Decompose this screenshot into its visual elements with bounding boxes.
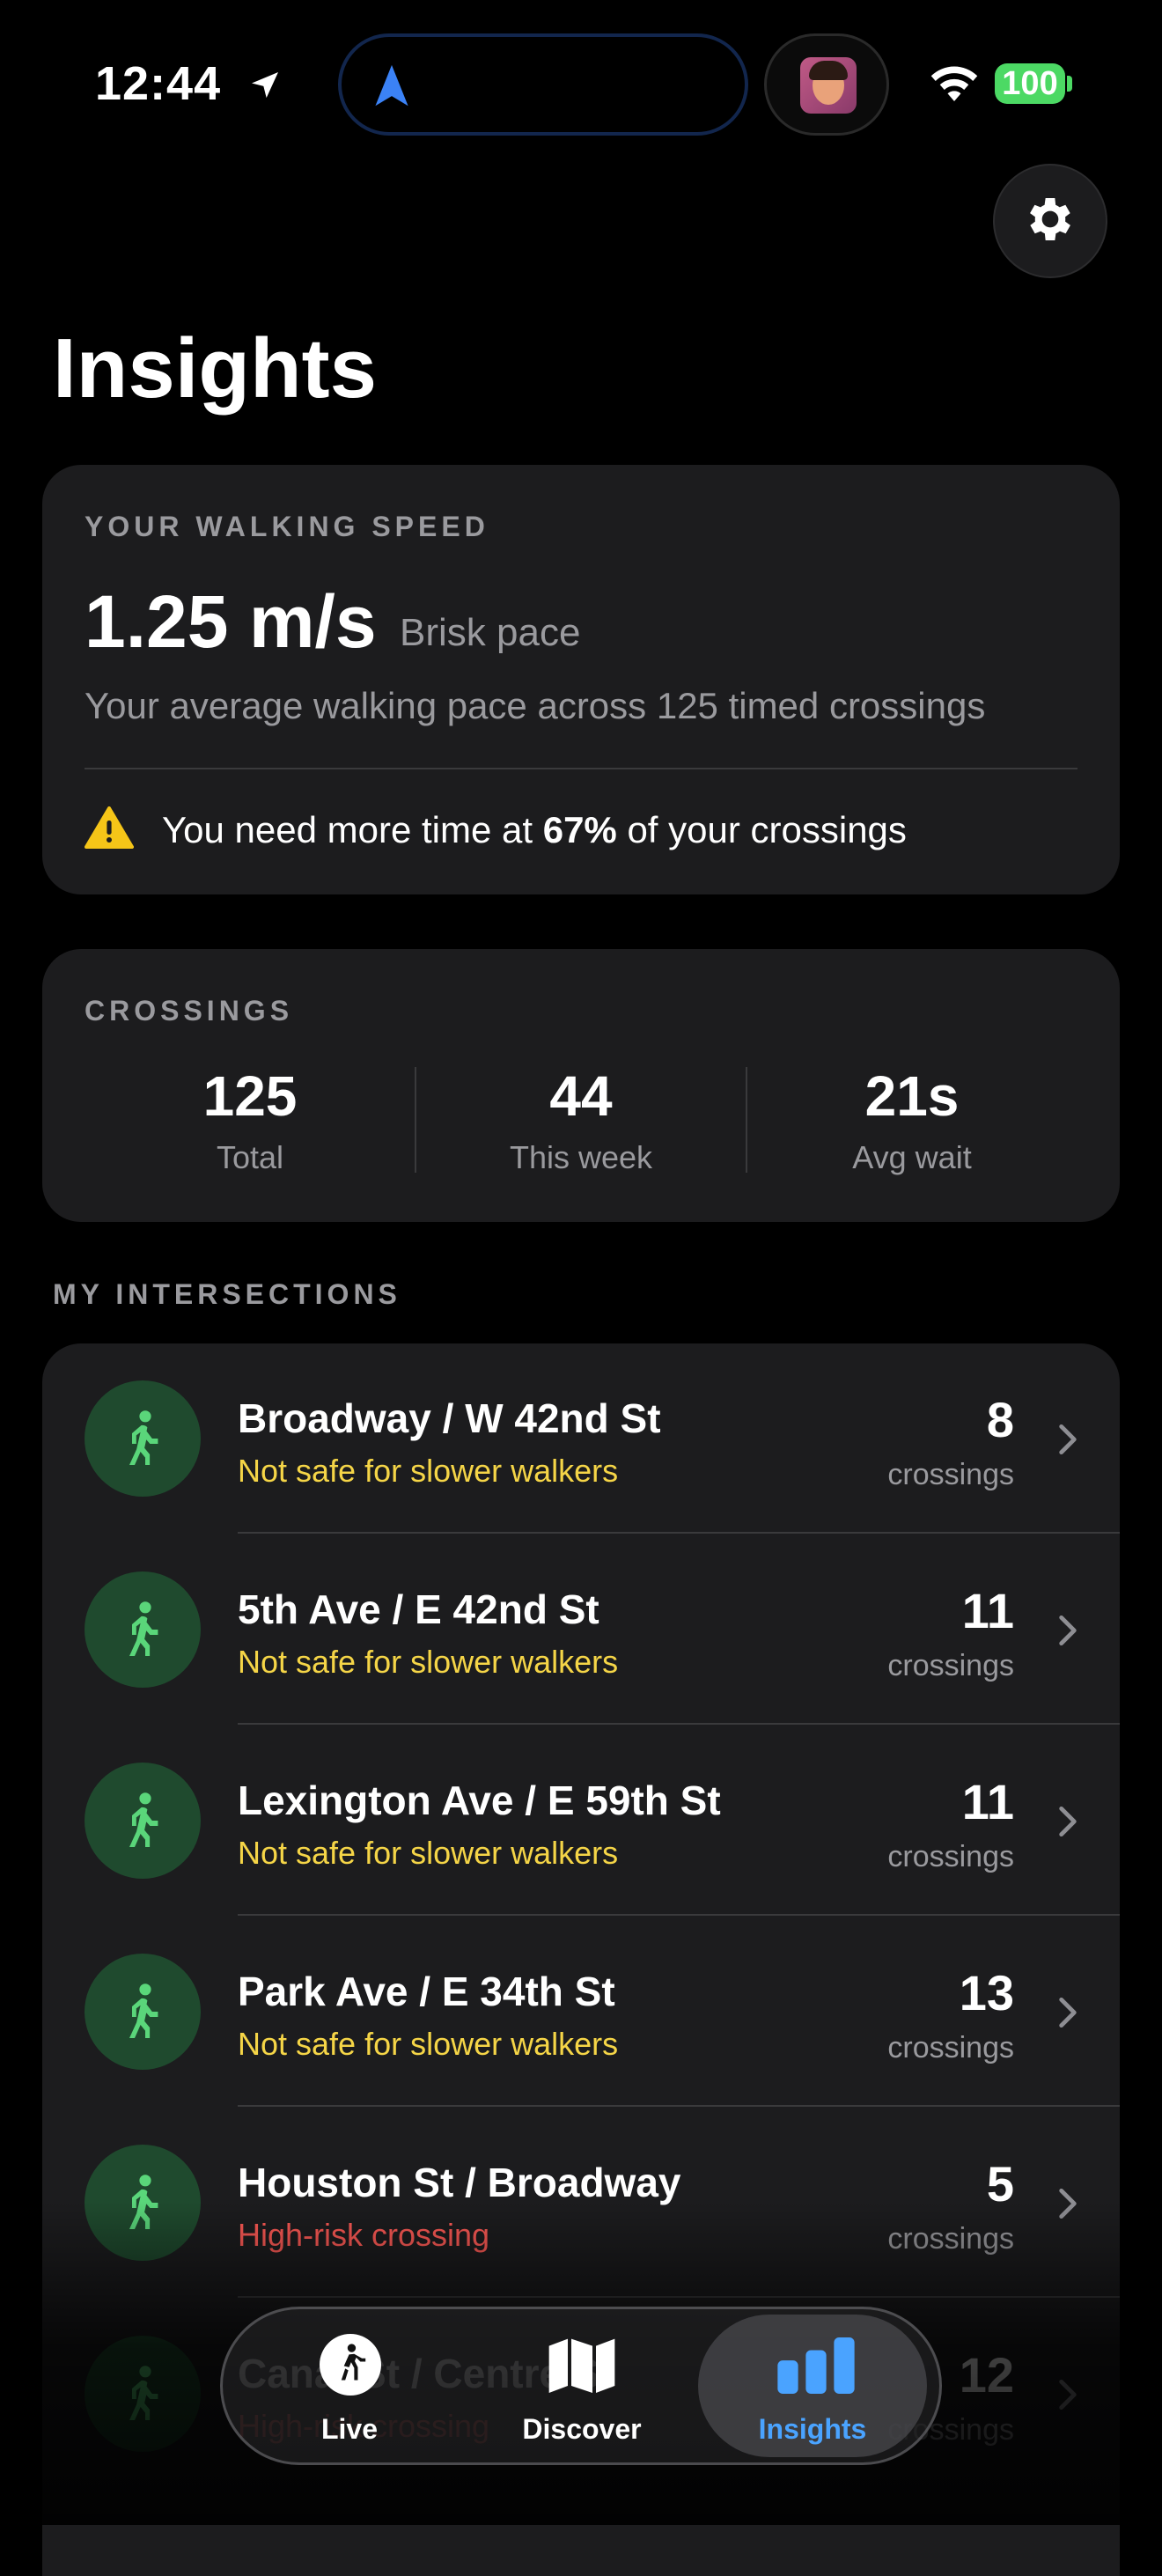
tab-discover[interactable]: Discover (467, 2309, 696, 2462)
intersection-status: Not safe for slower walkers (238, 1644, 619, 1680)
chevron-right-icon (1058, 1423, 1077, 1461)
avatar (800, 57, 857, 114)
stat-this-week: 44 This week (416, 1064, 746, 1176)
divider (238, 1723, 1120, 1725)
wifi-icon (928, 62, 981, 110)
warning-icon (85, 806, 134, 853)
pedestrian-icon (85, 1571, 201, 1688)
battery-cap (1067, 76, 1072, 92)
crossing-unit: crossings (887, 1840, 1014, 1873)
warning-row: You need more time at 67% of your crossi… (85, 806, 907, 853)
bar-chart-icon (777, 2337, 855, 2398)
crossings-card: CROSSINGS 125 Total 44 This week 21s Avg… (42, 949, 1120, 1222)
list-item[interactable]: Broadway / W 42nd St Not safe for slower … (42, 1343, 1120, 1534)
pedestrian-icon (85, 1763, 201, 1879)
chevron-right-icon (1058, 1614, 1077, 1652)
divider (85, 768, 1077, 769)
stat-value: 125 (202, 1064, 298, 1128)
walking-speed-value: 1.25 m/s (85, 580, 377, 663)
stat-value: 21s (864, 1064, 960, 1128)
divider (238, 1914, 1120, 1916)
walking-speed-card: YOUR WALKING SPEED 1.25 m/s Brisk pace Y… (42, 465, 1120, 894)
stat-total: 125 Total (85, 1064, 416, 1176)
tab-live[interactable]: Live (235, 2309, 464, 2462)
stat-label: Total (216, 1139, 284, 1175)
intersection-name: Park Ave / E 34th St (238, 1969, 615, 2014)
crossing-unit: crossings (887, 2031, 1014, 2064)
crossing-count: 11 (961, 1583, 1014, 1638)
walking-pace-label: Brisk pace (400, 611, 581, 654)
divider (238, 2105, 1120, 2107)
crossing-unit: crossings (887, 1458, 1014, 1491)
tab-bar: Live Discover Insights (220, 2307, 942, 2465)
tab-label: Live (320, 2413, 379, 2445)
chevron-right-icon (1058, 1805, 1077, 1843)
dynamic-island[interactable] (338, 33, 748, 136)
clock-text: 12:44 (95, 57, 222, 110)
walking-speed-description: Your average walking pace across 125 tim… (85, 685, 986, 726)
stat-label: This week (509, 1139, 653, 1175)
intersection-name: Houston St / Broadway (238, 2160, 681, 2205)
navigation-arrow-icon (371, 63, 412, 114)
intersection-status: Not safe for slower walkers (238, 1835, 619, 1871)
battery-indicator: 100 (995, 63, 1065, 104)
map-icon (547, 2336, 617, 2398)
list-item[interactable]: Lexington Ave / E 59th St Not safe for sl… (42, 1726, 1120, 1916)
crossings-label: CROSSINGS (85, 995, 294, 1027)
crossing-count: 8 (986, 1392, 1014, 1447)
chevron-right-icon (1058, 1996, 1077, 2034)
divider (238, 1532, 1120, 1534)
intersection-name: Broadway / W 42nd St (238, 1395, 661, 1441)
warning-text: You need more time at 67% of your crossi… (162, 808, 907, 850)
crossing-count: 13 (959, 1965, 1014, 2020)
intersection-name: 5th Ave / E 42nd St (238, 1586, 599, 1632)
pedestrian-icon (85, 1954, 201, 2070)
location-arrow-icon (247, 60, 283, 114)
tab-label: Discover (522, 2413, 642, 2445)
stat-avg-wait: 21s Avg wait (746, 1064, 1077, 1176)
gear-icon (1022, 191, 1078, 252)
crossing-count: 11 (961, 1774, 1014, 1829)
tab-insights[interactable]: Insights (698, 2315, 927, 2457)
walking-speed-label: YOUR WALKING SPEED (85, 511, 489, 542)
crossing-unit: crossings (887, 1649, 1014, 1682)
stat-label: Avg wait (852, 1139, 972, 1175)
section-label-intersections: MY INTERSECTIONS (53, 1278, 401, 1310)
stat-value: 44 (549, 1064, 613, 1128)
walk-icon (320, 2334, 381, 2400)
settings-button[interactable] (993, 164, 1107, 278)
intersection-status: Not safe for slower walkers (238, 2026, 619, 2062)
list-item[interactable]: Park Ave / E 34th St Not safe for slower … (42, 1917, 1120, 2107)
status-time: 12:44 (95, 56, 283, 114)
intersection-status: Not safe for slower walkers (238, 1453, 619, 1489)
tab-label: Insights (758, 2413, 867, 2445)
page-title: Insights (53, 321, 378, 416)
list-item[interactable]: 5th Ave / E 42nd St Not safe for slower w… (42, 1535, 1120, 1725)
live-activity-avatar[interactable] (764, 33, 889, 136)
pedestrian-icon (85, 1380, 201, 1497)
intersection-name: Lexington Ave / E 59th St (238, 1777, 721, 1823)
